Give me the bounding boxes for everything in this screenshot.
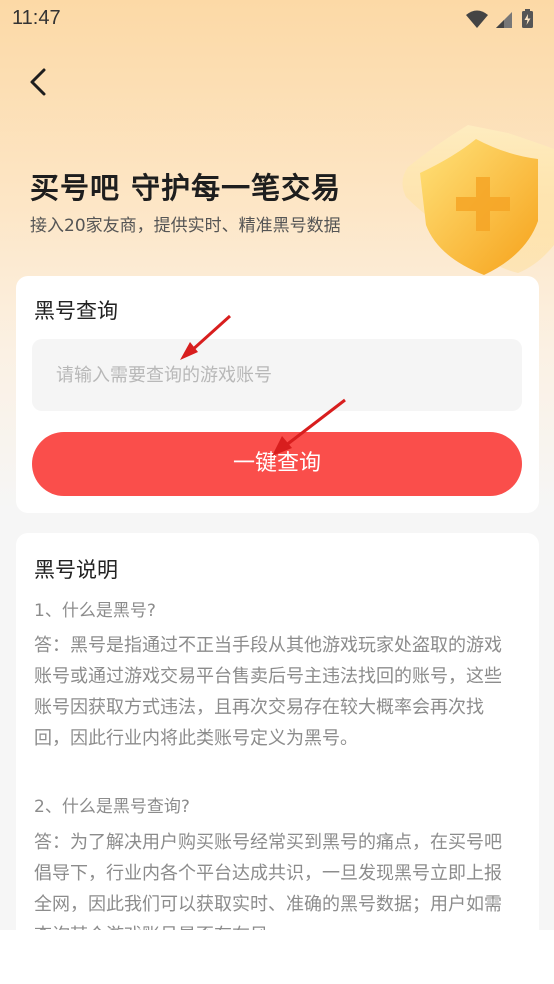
question-2: 2、什么是黑号查询? bbox=[34, 797, 190, 817]
battery-icon bbox=[522, 9, 533, 28]
hero-title: 买号吧 守护每一笔交易 bbox=[30, 171, 342, 205]
status-bar: 11:47 bbox=[0, 0, 554, 38]
hero-subtitle: 接入20家友商，提供实时、精准黑号数据 bbox=[30, 216, 341, 236]
game-account-input[interactable] bbox=[32, 339, 522, 411]
signal-icon bbox=[496, 12, 512, 28]
answer-1: 答：黑号是指通过不正当手段从其他游戏玩家处盗取的游戏账号或通过游戏交易平台售卖后… bbox=[34, 635, 502, 749]
back-arrow-icon[interactable] bbox=[22, 64, 56, 100]
status-icons bbox=[466, 9, 533, 28]
wifi-icon bbox=[466, 10, 488, 28]
shield-icon bbox=[402, 125, 554, 275]
status-time: 11:47 bbox=[12, 7, 61, 29]
question-1: 1、什么是黑号? bbox=[34, 601, 156, 621]
explain-card-title: 黑号说明 bbox=[34, 558, 118, 582]
query-card-title: 黑号查询 bbox=[34, 299, 118, 323]
explain-card: 黑号说明 1、什么是黑号? 答：黑号是指通过不正当手段从其他游戏玩家处盗取的游戏… bbox=[16, 533, 539, 953]
bottom-bar bbox=[0, 930, 554, 984]
query-button[interactable]: 一键查询 bbox=[32, 432, 522, 496]
query-card: 黑号查询 一键查询 bbox=[16, 276, 539, 513]
